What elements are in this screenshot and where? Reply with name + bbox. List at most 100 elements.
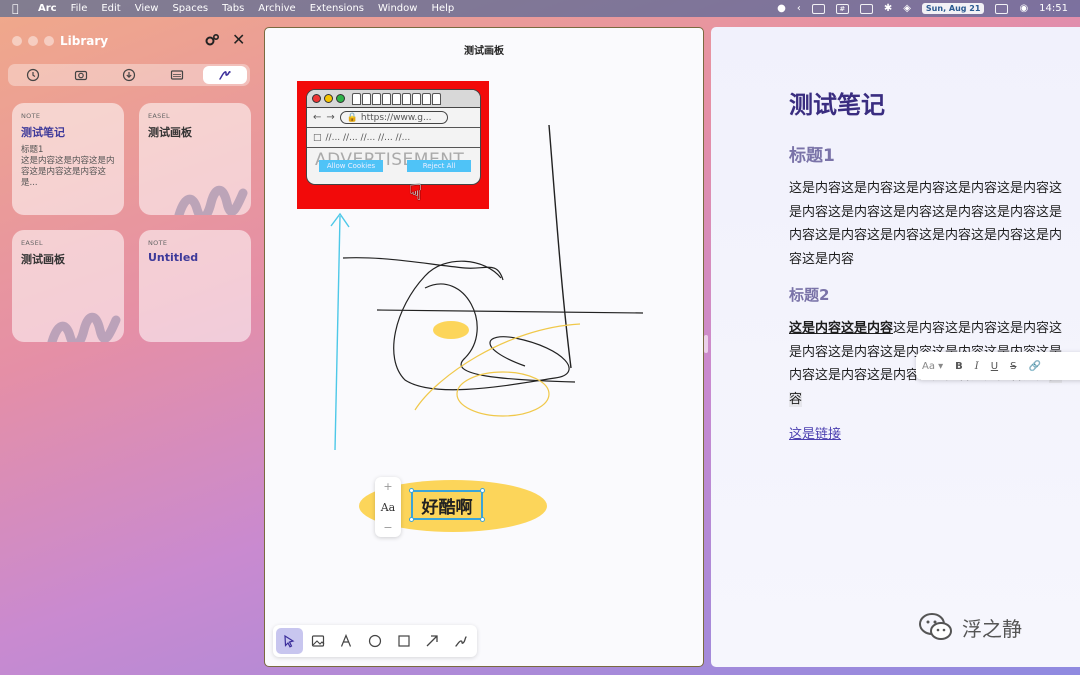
back-arrow-icon: ← — [313, 112, 322, 123]
square-icon — [397, 635, 410, 647]
tab-history[interactable] — [11, 66, 55, 84]
monitor-icon — [170, 70, 184, 80]
resize-handle[interactable] — [409, 517, 414, 522]
menu-view[interactable]: View — [135, 3, 159, 14]
library-card-note-1[interactable]: NOTE 测试笔记 标题1 这是内容这是内容这是内容这是内容这是内容这是... — [12, 103, 124, 215]
download-icon — [122, 68, 136, 82]
bookmarks-text: //... //... //... //... //... — [325, 132, 411, 143]
rectangle-tool[interactable] — [390, 628, 417, 654]
folder-icon: □ — [313, 132, 322, 143]
card-kind: NOTE — [21, 112, 41, 120]
allow-cookies-button: Allow Cookies — [319, 160, 383, 172]
cookie-ad-sticker[interactable]: ← → 🔒 https://www.g... □ //... //... //.… — [297, 81, 489, 209]
link-icon[interactable]: 🔗 — [1028, 361, 1040, 372]
menu-bar:  Arc File Edit View Spaces Tabs Archive… — [0, 0, 1080, 17]
circle-tool[interactable] — [362, 628, 389, 654]
minimize-window-button[interactable] — [28, 36, 38, 46]
scribble-preview-icon — [174, 185, 248, 215]
resize-handle[interactable] — [480, 517, 485, 522]
cyan-arrow-line — [334, 215, 341, 451]
chevron-left-icon[interactable]: ‹ — [797, 3, 801, 14]
close-window-button[interactable] — [12, 36, 22, 46]
split-divider-handle[interactable] — [704, 335, 708, 353]
select-tool[interactable] — [276, 628, 303, 654]
reject-all-button: Reject All — [407, 160, 471, 172]
note-heading-1[interactable]: 标题1 — [789, 141, 835, 166]
menu-tabs[interactable]: Tabs — [222, 3, 244, 14]
tab-downloads[interactable] — [107, 66, 151, 84]
text-tool[interactable] — [333, 628, 360, 654]
status-tray: ● ‹ # ✱ ◈ Sun, Aug 21 ◉ 14:51 — [777, 0, 1068, 17]
settings-gear-icon[interactable] — [204, 32, 222, 50]
resize-handle[interactable] — [480, 488, 485, 493]
pointer-hand-icon: ☟ — [409, 181, 423, 206]
bold-underlined-text[interactable]: 这是内容这是内容 — [789, 321, 893, 336]
note-link[interactable]: 这是链接 — [789, 423, 841, 442]
note-paragraph-1[interactable]: 这是内容这是内容这是内容这是内容这是内容这是内容这是内容这是内容这是内容这是内容… — [789, 177, 1069, 271]
note-heading-2[interactable]: 标题2 — [789, 284, 829, 305]
note-title[interactable]: 测试笔记 — [789, 85, 885, 120]
text-node-content[interactable]: 好酷啊 — [422, 493, 473, 518]
clock[interactable]: 14:51 — [1039, 3, 1068, 14]
pen-tool[interactable] — [447, 628, 474, 654]
decrease-font-button[interactable]: − — [383, 521, 392, 534]
bluetooth-icon[interactable]: ✱ — [884, 3, 892, 14]
wechat-icon[interactable]: ● — [777, 3, 786, 14]
siri-icon[interactable]: ◉ — [1019, 3, 1028, 14]
control-center-icon[interactable] — [995, 3, 1009, 14]
image-icon — [311, 635, 325, 647]
menu-window[interactable]: Window — [378, 3, 417, 14]
underline-button[interactable]: U — [991, 361, 998, 372]
arrow-icon — [426, 635, 438, 647]
card-kind: EASEL — [148, 112, 170, 120]
text-a-icon — [341, 634, 352, 647]
card-title: 测试笔记 — [21, 126, 65, 139]
battery-icon[interactable] — [859, 3, 873, 14]
selected-text-node[interactable]: 好酷啊 — [409, 488, 485, 522]
library-card-easel-2[interactable]: EASEL 测试画板 — [12, 230, 124, 342]
date-badge[interactable]: Sun, Aug 21 — [921, 3, 985, 14]
arrow-tool[interactable] — [419, 628, 446, 654]
grid-icon[interactable]: # — [835, 3, 849, 14]
easel-canvas[interactable]: 测试画板 ← → 🔒 https://www.g... □ //... //..… — [264, 27, 704, 667]
black-loop-stroke — [393, 260, 570, 391]
tab-media[interactable] — [59, 66, 103, 84]
resize-handle[interactable] — [409, 488, 414, 493]
easel-toolbar — [273, 625, 477, 657]
library-card-easel-1[interactable]: EASEL 测试画板 — [139, 103, 251, 215]
camera-icon — [74, 70, 88, 81]
keyboard-icon[interactable] — [811, 3, 825, 14]
yellow-ellipse-small — [433, 321, 469, 339]
tab-spaces[interactable] — [155, 66, 199, 84]
clock-icon — [26, 68, 40, 82]
scribble-icon — [219, 71, 231, 80]
text-style-dropdown[interactable]: Aa ▾ — [922, 361, 943, 372]
strikethrough-button[interactable]: S — [1010, 361, 1016, 372]
increase-font-button[interactable]: + — [383, 480, 392, 493]
menu-spaces[interactable]: Spaces — [172, 3, 208, 14]
library-title: Library — [60, 34, 109, 48]
menu-edit[interactable]: Edit — [101, 3, 120, 14]
close-library-button[interactable]: ✕ — [232, 31, 248, 49]
italic-button[interactable]: I — [975, 361, 979, 372]
menu-extensions[interactable]: Extensions — [310, 3, 364, 14]
wechat-logo-icon — [919, 613, 952, 640]
apple-icon[interactable]:  — [12, 2, 26, 15]
forward-arrow-icon: → — [326, 112, 335, 123]
wifi-icon[interactable]: ◈ — [903, 3, 911, 14]
pen-scribble-icon — [455, 636, 467, 647]
zoom-window-button[interactable] — [44, 36, 54, 46]
browser-titlebar — [307, 90, 480, 108]
black-horizontal-stroke — [376, 309, 644, 314]
menu-archive[interactable]: Archive — [258, 3, 295, 14]
menu-app[interactable]: Arc — [38, 3, 57, 14]
library-card-note-2[interactable]: NOTE Untitled — [139, 230, 251, 342]
note-editor[interactable]: 测试笔记 标题1 这是内容这是内容这是内容这是内容这是内容这是内容这是内容这是内… — [711, 27, 1080, 667]
watermark: 浮之静 — [918, 612, 1022, 642]
tab-easels[interactable] — [203, 66, 247, 84]
card-title: 测试画板 — [21, 253, 65, 266]
image-tool[interactable] — [305, 628, 332, 654]
bold-button[interactable]: B — [955, 361, 963, 372]
menu-help[interactable]: Help — [431, 3, 454, 14]
menu-file[interactable]: File — [71, 3, 88, 14]
